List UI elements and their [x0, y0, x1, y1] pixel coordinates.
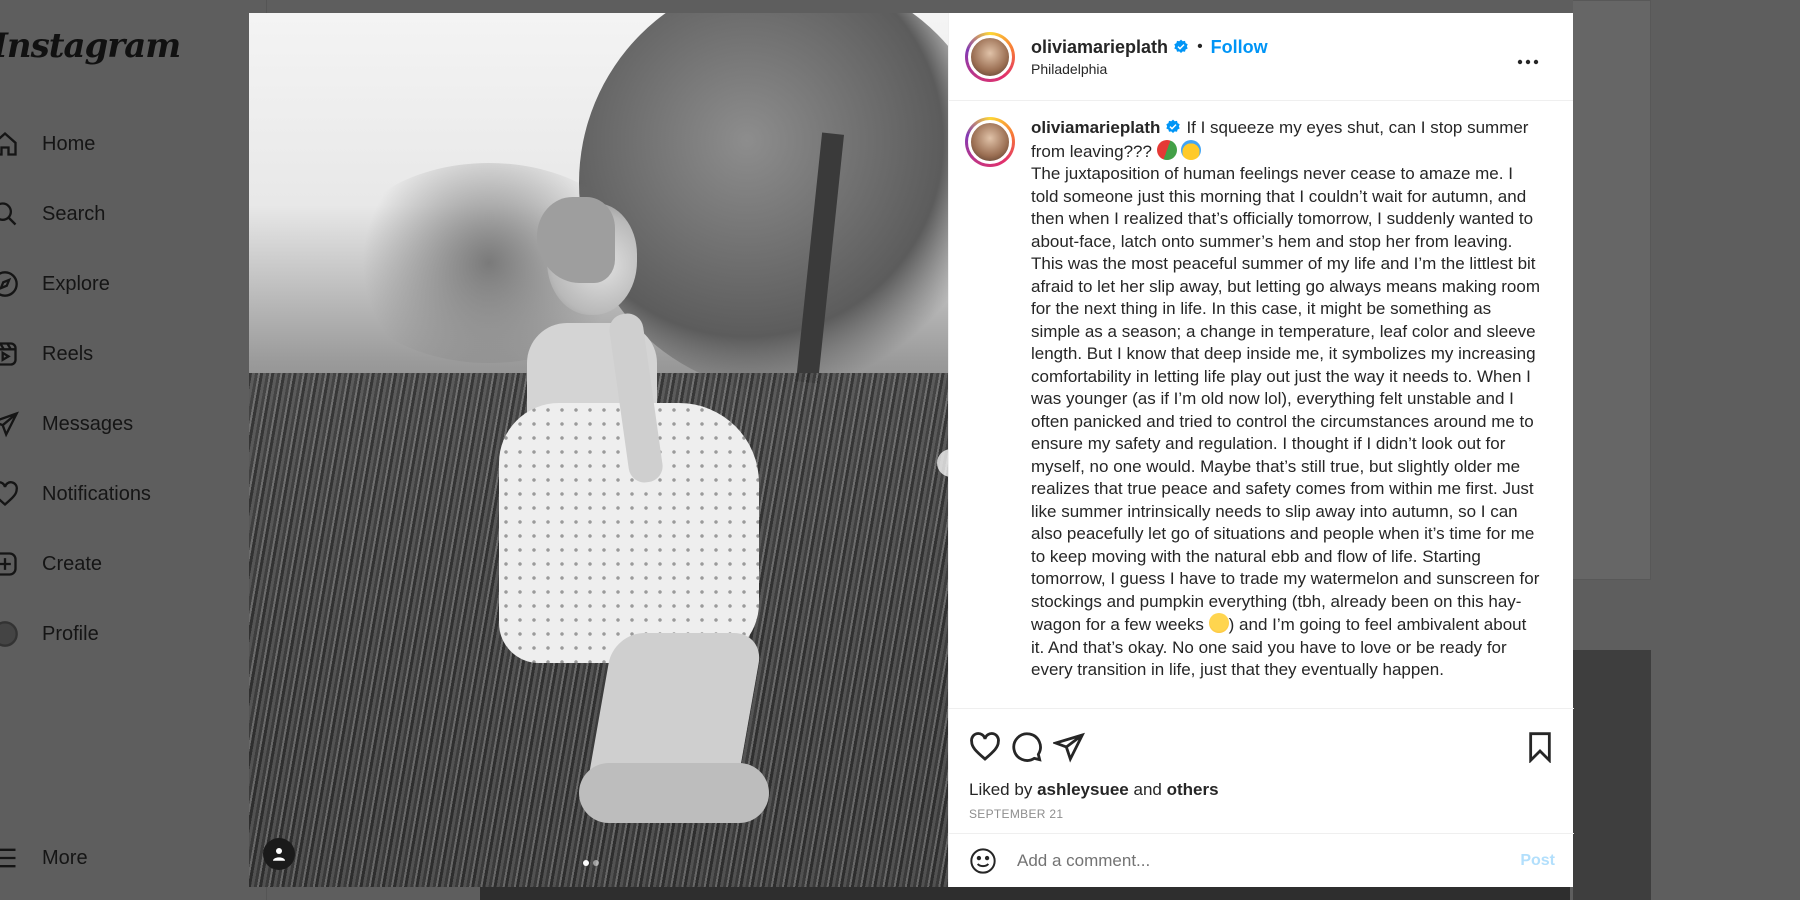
post-modal: › oliviamarieplath • Follow Philadelphia	[249, 13, 1574, 887]
verified-badge-icon	[1174, 39, 1188, 53]
post-comment-button[interactable]: Post	[1520, 852, 1555, 870]
profile-avatar-icon	[0, 617, 22, 651]
carousel-dot	[593, 860, 599, 866]
sidebar-item-create[interactable]: Create	[0, 544, 102, 584]
post-photo[interactable]: ›	[249, 13, 948, 887]
verified-badge-icon	[1166, 119, 1181, 133]
post-side-panel: oliviamarieplath • Follow Philadelphia o…	[948, 13, 1574, 887]
post-caption: oliviamarieplath If I squeeze my eyes shu…	[965, 117, 1555, 706]
photo-subject-shoes	[579, 763, 769, 823]
crying-face-emoji-icon	[1181, 139, 1202, 160]
sidebar-item-notifications[interactable]: Notifications	[0, 474, 151, 514]
sidebar-item-label: Home	[42, 132, 96, 155]
sidebar-item-label: Explore	[42, 272, 110, 295]
background-feed-card	[1573, 0, 1651, 580]
sidebar-item-label: Create	[42, 552, 103, 575]
sidebar-item-more[interactable]: More	[0, 838, 88, 878]
caption-body-part1: The juxtaposition of human feelings neve…	[1031, 164, 1540, 634]
bookmark-icon	[1529, 732, 1551, 764]
instagram-logo[interactable]: Instagram	[0, 26, 181, 66]
reels-icon	[0, 337, 22, 371]
sidebar-item-search[interactable]: Search	[0, 194, 105, 234]
share-button[interactable]	[1051, 731, 1086, 763]
caption-text: oliviamarieplath If I squeeze my eyes shu…	[1031, 117, 1541, 706]
caption-avatar[interactable]	[965, 117, 1015, 167]
comment-bubble-icon	[1012, 732, 1042, 762]
home-icon	[0, 127, 22, 161]
post-username[interactable]: oliviamarieplath	[1031, 37, 1168, 58]
background-feed-image	[1573, 650, 1651, 900]
heart-icon	[970, 732, 1000, 761]
comment-bar: Post	[949, 835, 1574, 887]
sidebar-item-label: More	[42, 846, 88, 869]
sidebar-item-label: Reels	[42, 342, 94, 365]
sidebar-item-home[interactable]: Home	[0, 124, 95, 164]
photo-subject-woman	[449, 197, 769, 843]
sidebar-item-label: Search	[42, 202, 106, 225]
liked-by-others-link[interactable]: others	[1167, 780, 1219, 799]
background-feed-strip	[480, 887, 1570, 900]
comment-input[interactable]	[1017, 851, 1477, 871]
like-button[interactable]	[969, 731, 1001, 763]
watermelon-emoji-icon	[1156, 139, 1177, 160]
tagged-users-button[interactable]	[263, 838, 295, 870]
more-options-button[interactable]	[1517, 45, 1539, 71]
liked-by-and: and	[1133, 780, 1162, 799]
smiling-face-emoji-icon	[1208, 613, 1229, 633]
post-location[interactable]: Philadelphia	[1031, 61, 1268, 77]
post-date[interactable]: SEPTEMBER 21	[969, 807, 1063, 821]
liked-by-text: Liked by ashleysuee and others	[969, 780, 1219, 800]
avatar[interactable]	[965, 31, 1015, 82]
sidebar-item-label: Profile	[42, 622, 99, 645]
post-header: oliviamarieplath • Follow Philadelphia	[949, 13, 1573, 101]
liked-by-user-link[interactable]: ashleysuee	[1037, 780, 1129, 799]
emoji-picker-icon[interactable]	[969, 847, 997, 875]
search-icon	[0, 197, 22, 231]
paper-plane-icon	[1051, 732, 1086, 763]
sidebar-item-label: Messages	[42, 412, 134, 435]
separator-dot: •	[1197, 38, 1203, 55]
sidebar-item-explore[interactable]: Explore	[0, 264, 110, 304]
sidebar-item-label: Notifications	[42, 482, 151, 505]
carousel-indicator	[583, 860, 599, 866]
hamburger-menu-icon	[0, 841, 22, 875]
compass-icon	[0, 267, 22, 301]
paper-plane-icon	[0, 407, 22, 441]
sidebar-item-reels[interactable]: Reels	[0, 334, 93, 374]
caption-username[interactable]: oliviamarieplath	[1031, 118, 1160, 137]
carousel-dot-active	[583, 860, 589, 866]
follow-button[interactable]: Follow	[1211, 37, 1268, 58]
save-button[interactable]	[1524, 731, 1556, 764]
comment-button[interactable]	[1011, 731, 1043, 763]
sidebar-item-messages[interactable]: Messages	[0, 404, 133, 444]
user-tag-icon	[273, 848, 285, 861]
more-horizontal-icon	[1517, 59, 1539, 65]
plus-square-icon	[0, 547, 22, 581]
liked-by-prefix: Liked by	[969, 780, 1033, 799]
sidebar-item-profile[interactable]: Profile	[0, 614, 99, 654]
heart-icon	[0, 477, 22, 511]
post-actions: Liked by ashleysuee and others SEPTEMBER…	[949, 708, 1574, 834]
